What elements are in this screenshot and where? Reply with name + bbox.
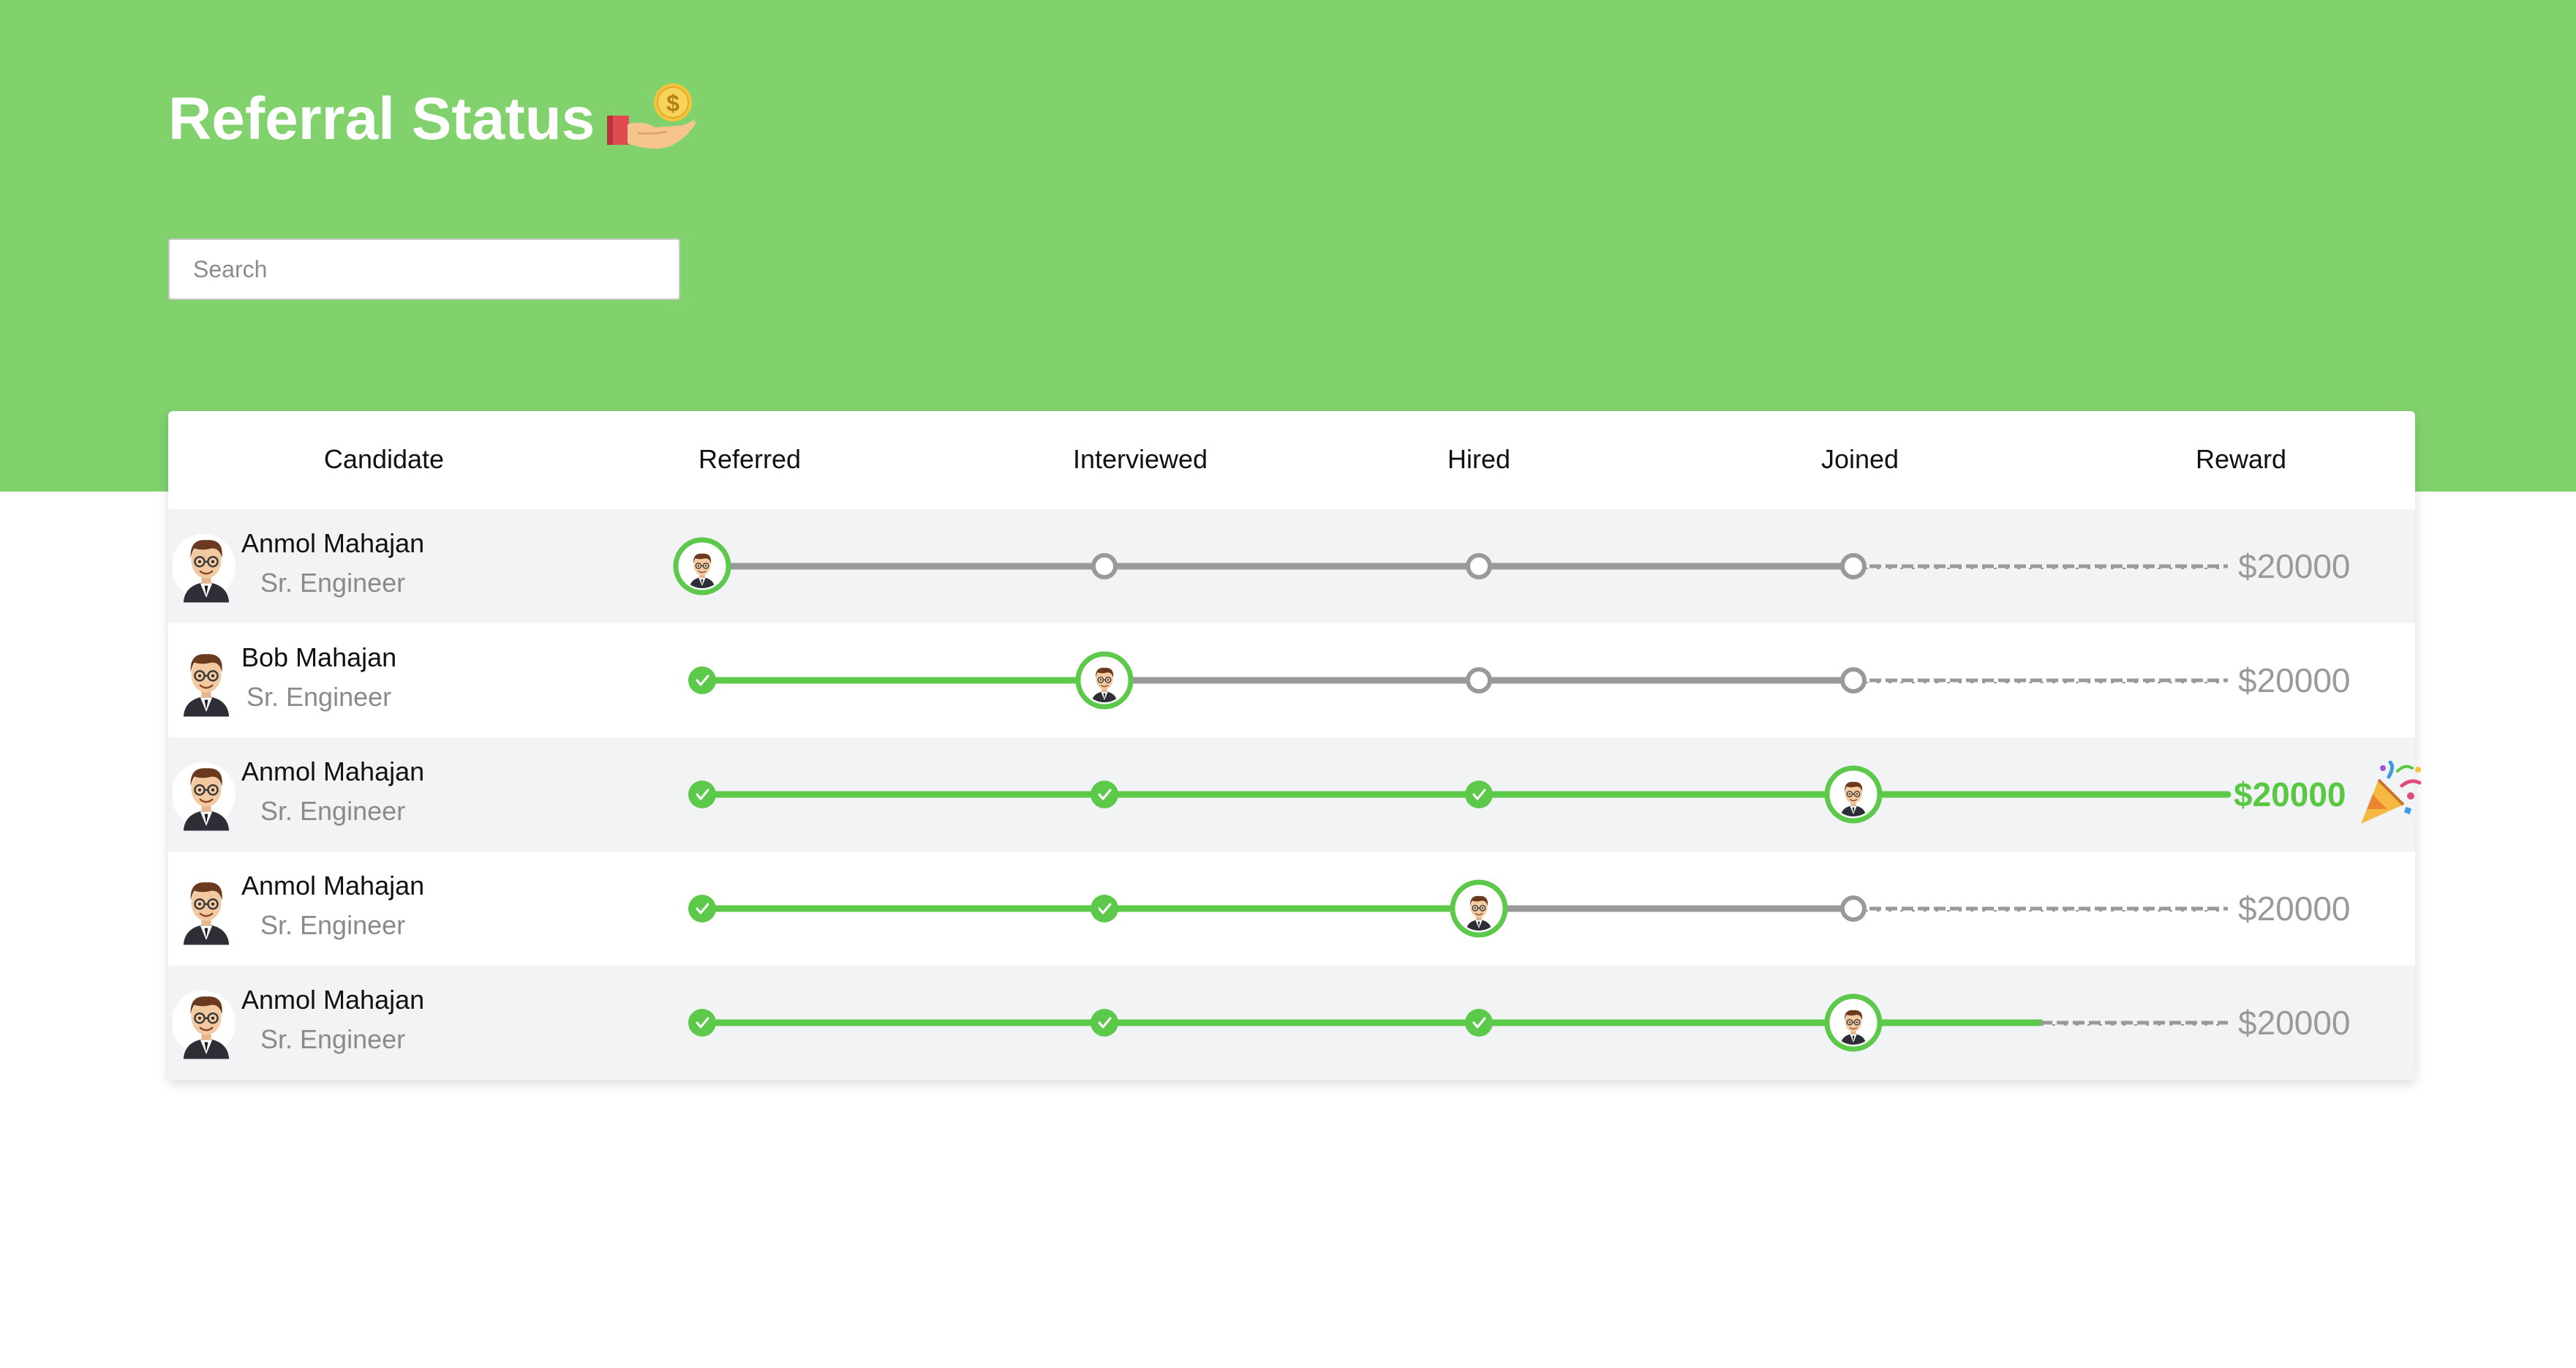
table-row[interactable]: Anmol Mahajan Sr. Engineer $20000 (168, 852, 2415, 966)
reward-amount: $20000 (2234, 775, 2346, 813)
progress-track (688, 993, 2228, 1052)
stage-pending-icon (1840, 667, 1867, 694)
column-header-joined: Joined (1820, 444, 1899, 474)
current-stage-avatar-icon (1075, 651, 1134, 710)
stage-pending-icon (1840, 895, 1867, 922)
column-header-referred: Referred (698, 444, 802, 474)
stage-pending-icon (1466, 553, 1492, 579)
reward-amount: $20000 (2238, 661, 2351, 699)
stage-pending-icon (1091, 553, 1118, 579)
svg-text:$: $ (666, 90, 679, 116)
stage-complete-icon (1091, 895, 1118, 922)
column-header-interviewed: Interviewed (1072, 444, 1208, 474)
reward-pending-segment (1853, 564, 2228, 569)
party-popper-icon (2361, 761, 2422, 824)
current-stage-avatar-icon (1824, 993, 1883, 1052)
stage-complete-icon (1091, 1009, 1118, 1037)
stage-complete-icon (688, 781, 716, 808)
stage-complete-icon (688, 666, 716, 694)
stage-complete-icon (1465, 1009, 1493, 1037)
progress-track (688, 765, 2232, 824)
stage-pending-icon (1840, 553, 1867, 579)
referral-table: Candidate Referred Interviewed Hired Joi… (168, 411, 2422, 1080)
stage-complete-icon (688, 1009, 716, 1037)
stage-complete-icon (1091, 781, 1118, 808)
table-row[interactable]: Anmol Mahajan Sr. Engineer $20000 (168, 737, 2422, 852)
stage-pending-icon (1466, 667, 1492, 694)
progress-track (688, 651, 2228, 710)
hand-coin-icon: $ (607, 83, 696, 149)
search-input[interactable] (168, 238, 680, 300)
current-stage-avatar-icon (1450, 879, 1508, 938)
current-stage-avatar-icon (673, 537, 731, 595)
column-header-candidate: Candidate (323, 444, 445, 474)
current-stage-avatar-icon (1824, 765, 1883, 824)
reward-pending-segment (2041, 1021, 2228, 1026)
reward-amount: $20000 (2238, 547, 2351, 585)
table-row[interactable]: Bob Mahajan Sr. Engineer $20000 (168, 623, 2415, 737)
reward-amount: $20000 (2238, 1004, 2351, 1042)
stage-complete-icon (688, 895, 716, 922)
progress-track (673, 537, 2228, 595)
reward-pending-segment (1853, 906, 2228, 912)
reward-amount: $20000 (2238, 890, 2351, 928)
progress-track (688, 879, 2228, 938)
column-header-reward: Reward (2195, 444, 2287, 474)
table-row[interactable]: Anmol Mahajan Sr. Engineer $20000 (168, 966, 2415, 1080)
page-title: Referral Status (168, 86, 595, 152)
column-header-hired: Hired (1447, 444, 1511, 474)
table-header: Candidate Referred Interviewed Hired Joi… (168, 411, 2415, 508)
stage-complete-icon (1465, 781, 1493, 808)
table-row[interactable]: Anmol Mahajan Sr. Engineer $20000 (168, 509, 2415, 623)
reward-pending-segment (1853, 678, 2228, 683)
